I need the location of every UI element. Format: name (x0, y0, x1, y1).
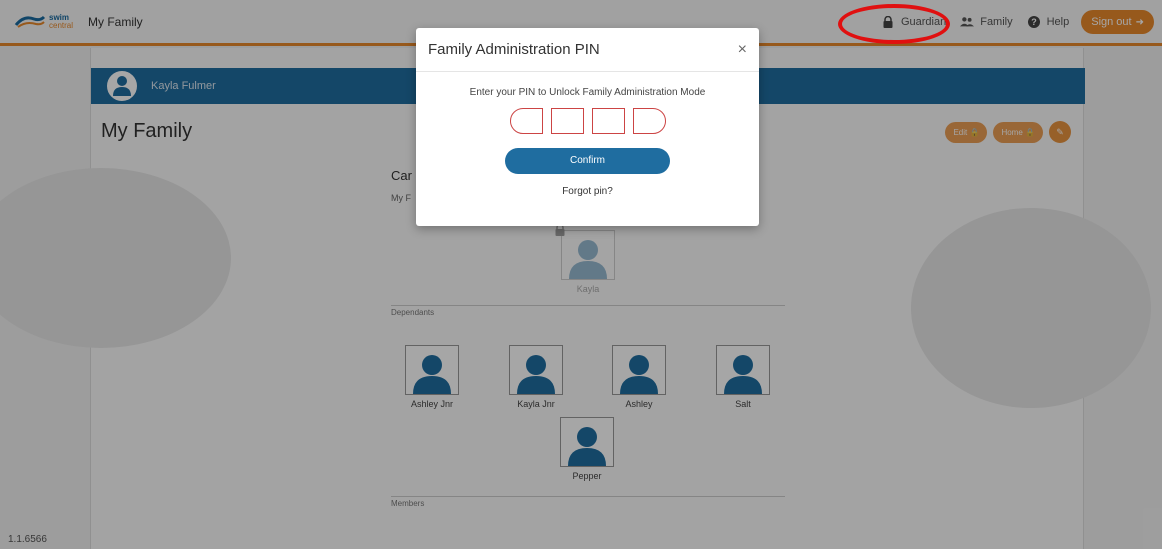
forgot-pin-link[interactable]: Forgot pin? (416, 186, 759, 197)
pin-digit-4[interactable] (632, 108, 666, 134)
confirm-button[interactable]: Confirm (505, 148, 670, 174)
pin-instruction: Enter your PIN to Unlock Family Administ… (469, 87, 706, 98)
pin-input-group (416, 108, 759, 134)
modal-header: Family Administration PIN × (416, 28, 759, 72)
pin-digit-2[interactable] (550, 108, 584, 134)
pin-digit-1[interactable] (509, 108, 543, 134)
pin-digit-3[interactable] (591, 108, 625, 134)
modal-title: Family Administration PIN (428, 41, 600, 58)
close-icon[interactable]: × (738, 41, 747, 59)
pin-modal: Family Administration PIN × Enter your P… (416, 28, 759, 226)
